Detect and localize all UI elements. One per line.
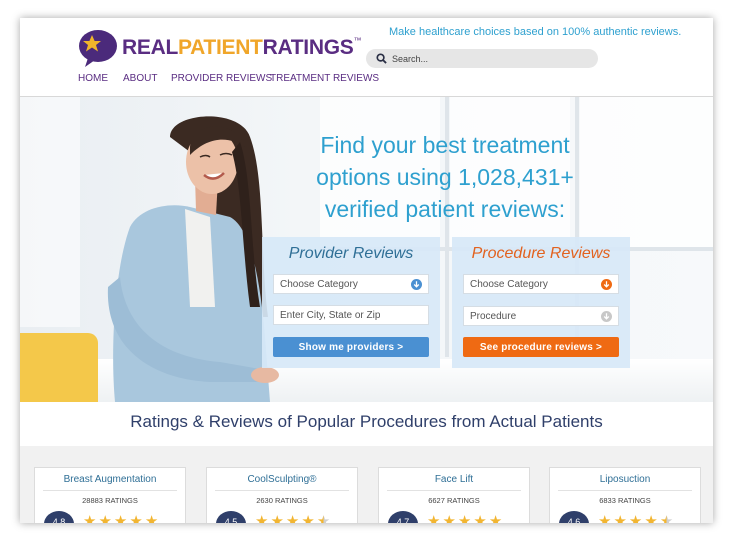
star-icon: ★ — [83, 513, 97, 524]
see-procedure-reviews-button[interactable]: See procedure reviews > — [463, 337, 619, 357]
star-icon: ★ — [317, 514, 330, 524]
rating-count: 2630 RATINGS — [256, 496, 308, 505]
rating-count: 6833 RATINGS — [599, 496, 651, 505]
show-providers-button[interactable]: Show me providers > — [273, 337, 429, 357]
star-icon: ★ — [457, 513, 472, 524]
hero-headline: Find your best treatment options using 1… — [316, 132, 574, 222]
star-icon: ★ — [628, 513, 643, 524]
card-divider — [387, 490, 521, 491]
browser-page: REALPATIENTRATINGS™ Make healthcare choi… — [20, 18, 713, 523]
procedure-category-select[interactable]: Choose Category — [463, 274, 619, 294]
yellow-chair — [20, 333, 98, 402]
provider-search-panel: Provider Reviews Choose Category Enter C… — [262, 237, 440, 368]
procedure-category-value: Choose Category — [470, 279, 548, 290]
procedure-value: Procedure — [470, 311, 517, 322]
provider-panel-title: Provider Reviews — [288, 245, 414, 262]
star-icon: ★ — [613, 513, 627, 524]
star-icon: ★ — [255, 513, 269, 524]
procedure-panel-title: Procedure Reviews — [471, 245, 611, 262]
popular-procedures-heading: Ratings & Reviews of Popular Procedures … — [130, 412, 603, 431]
chevron-down-circle-icon — [601, 311, 612, 322]
provider-category-value: Choose Category — [280, 279, 358, 290]
star-rating: ★ ★ ★ ★ ★ — [83, 513, 160, 524]
star-icon: ★ — [427, 513, 441, 524]
star-icon: ★ — [442, 513, 456, 524]
star-icon: ★ — [270, 513, 284, 524]
star-icon: ★ — [113, 513, 128, 524]
star-icon: ★ — [301, 513, 315, 524]
hero-banner: Find your best treatment options using 1… — [20, 97, 713, 402]
rating-count: 6627 RATINGS — [428, 496, 480, 505]
nav-home[interactable]: HOME — [78, 73, 108, 84]
score-badge: 4.6 — [559, 511, 589, 523]
procedure-name[interactable]: Liposuction — [550, 474, 700, 485]
search-input[interactable] — [392, 51, 588, 66]
star-icon: ★ — [98, 513, 112, 524]
star-icon: ★ — [129, 513, 143, 524]
star-icon: ★ — [488, 513, 503, 524]
rating-count: 28883 RATINGS — [82, 496, 138, 505]
search-bar[interactable] — [366, 49, 598, 68]
site-logo[interactable]: REALPATIENTRATINGS™ — [78, 28, 361, 68]
star-icon: ★ — [644, 513, 658, 524]
card-divider — [558, 490, 692, 491]
logo-wordmark: REALPATIENTRATINGS™ — [122, 36, 362, 59]
star-icon: ★ — [473, 513, 487, 524]
procedure-select[interactable]: Procedure — [463, 306, 619, 326]
star-rating: ★ ★ ★ ★ ★ — [427, 513, 504, 524]
location-placeholder: Enter City, State or Zip — [280, 310, 381, 321]
card-divider — [43, 490, 177, 491]
card-divider — [215, 490, 349, 491]
background-window — [20, 97, 80, 327]
logo-star-bubble-icon — [79, 30, 117, 67]
chevron-down-circle-icon — [411, 279, 422, 290]
nav-about[interactable]: ABOUT — [123, 73, 157, 84]
score-badge: 4.8 — [44, 511, 74, 523]
procedure-name[interactable]: Face Lift — [379, 474, 529, 485]
procedure-card-liposuction[interactable]: Liposuction 6833 RATINGS 4.6 ★ ★ ★ ★ ★ — [549, 467, 701, 523]
score-badge: 4.7 — [388, 511, 418, 523]
procedure-card-face-lift[interactable]: Face Lift 6627 RATINGS 4.7 ★ ★ ★ ★ ★ — [378, 467, 530, 523]
score-badge: 4.5 — [216, 511, 246, 523]
search-icon[interactable] — [376, 53, 387, 64]
nav-treatment-reviews[interactable]: TREATMENT REVIEWS — [270, 73, 379, 84]
tagline: Make healthcare choices based on 100% au… — [389, 26, 682, 38]
nav-provider-reviews[interactable]: PROVIDER REVIEWS — [171, 73, 272, 84]
provider-category-select[interactable]: Choose Category — [273, 274, 429, 294]
star-icon: ★ — [144, 513, 159, 524]
site-header: REALPATIENTRATINGS™ Make healthcare choi… — [20, 18, 713, 96]
procedure-card-coolsculpting[interactable]: CoolSculpting® 2630 RATINGS 4.5 ★ ★ ★ ★ ★ — [206, 467, 358, 523]
location-input[interactable]: Enter City, State or Zip — [273, 305, 429, 325]
procedure-name[interactable]: Breast Augmentation — [35, 474, 185, 485]
procedure-name[interactable]: CoolSculpting® — [207, 474, 357, 485]
star-icon: ★ — [660, 514, 673, 524]
star-rating: ★ ★ ★ ★ ★ — [255, 513, 332, 524]
star-rating: ★ ★ ★ ★ ★ — [598, 513, 675, 524]
star-icon: ★ — [598, 513, 612, 524]
star-icon: ★ — [285, 513, 300, 524]
procedure-card-breast-augmentation[interactable]: Breast Augmentation 28883 RATINGS 4.8 ★ ★… — [34, 467, 186, 523]
procedure-search-panel: Procedure Reviews Choose Category Proced… — [452, 237, 630, 368]
chevron-down-circle-icon — [601, 279, 612, 290]
